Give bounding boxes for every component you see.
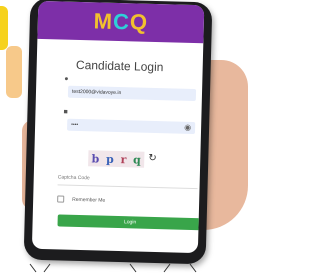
captcha-image: b p r q: [88, 150, 145, 168]
eye-icon[interactable]: ◉: [184, 122, 191, 134]
captcha-char: q: [132, 152, 142, 167]
peach-background-card: [6, 46, 22, 98]
captcha-char: r: [120, 152, 127, 166]
lock-icon: ■: [63, 108, 68, 116]
phone-device: MCQ Candidate Login ● test2000@vidavoye.…: [23, 0, 213, 265]
phone-screen: MCQ Candidate Login ● test2000@vidavoye.…: [31, 0, 205, 254]
app-header: MCQ: [37, 0, 205, 44]
logo-letter-c: C: [112, 8, 131, 35]
logo-letter-m: M: [93, 8, 114, 34]
remember-label: Remember Me: [72, 196, 106, 204]
remember-checkbox[interactable]: [57, 195, 65, 203]
email-field[interactable]: test2000@vidavoye.in: [67, 85, 197, 102]
page-title: Candidate Login: [75, 57, 164, 75]
captcha-input[interactable]: Captcha Code: [57, 174, 198, 190]
user-icon: ●: [64, 75, 69, 83]
logo-letter-q: Q: [129, 9, 149, 35]
decorative-lines: [29, 263, 197, 273]
captcha-char: p: [105, 152, 114, 166]
captcha-char: b: [91, 151, 100, 166]
password-field[interactable]: •••• ◉: [66, 118, 196, 135]
remember-me-row[interactable]: Remember Me: [57, 195, 105, 203]
mcq-logo: MCQ: [93, 8, 148, 35]
login-button[interactable]: Login: [57, 214, 203, 231]
yellow-background-tab: [0, 6, 8, 50]
password-mask: ••••: [71, 121, 79, 128]
refresh-icon[interactable]: ↻: [148, 153, 157, 164]
